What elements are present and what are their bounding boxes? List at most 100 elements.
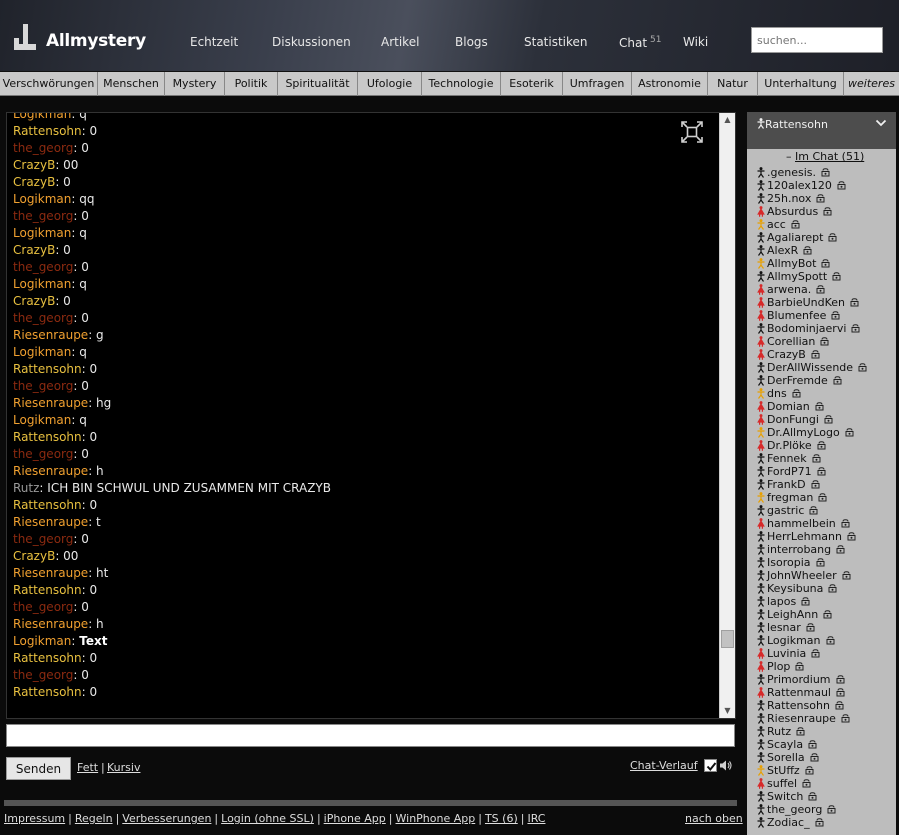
webcam-icon[interactable]: [821, 168, 830, 177]
chat-message-user[interactable]: Rattensohn: [13, 498, 82, 512]
webcam-icon[interactable]: [817, 467, 826, 476]
chat-message-user[interactable]: CrazyB: [13, 243, 55, 257]
webcam-icon[interactable]: [831, 311, 840, 320]
chat-message-user[interactable]: CrazyB: [13, 158, 55, 172]
chat-message-user[interactable]: the_georg: [13, 379, 73, 393]
chat-message-user[interactable]: Rattensohn: [13, 430, 82, 444]
chat-message-user[interactable]: Rattensohn: [13, 124, 82, 138]
webcam-icon[interactable]: [827, 805, 836, 814]
footer-link[interactable]: WinPhone App: [396, 812, 476, 825]
sidebar-user-item[interactable]: Luvinia: [757, 647, 893, 660]
footer-link[interactable]: Impressum: [4, 812, 65, 825]
chat-message-user[interactable]: the_georg: [13, 260, 73, 274]
sidebar-user-item[interactable]: FordP71: [757, 465, 893, 478]
webcam-icon[interactable]: [803, 246, 812, 255]
chat-message-user[interactable]: Logikman: [13, 113, 71, 121]
webcam-icon[interactable]: [824, 415, 833, 424]
webcam-icon[interactable]: [841, 519, 850, 528]
chat-message-area[interactable]: Logikman: q Rattensohn: 0 the_georg: 0 Craz…: [6, 112, 736, 719]
sidebar-user-item[interactable]: Zodiac_: [757, 816, 893, 829]
sidebar-user-item[interactable]: AlexR: [757, 244, 893, 257]
chat-message-user[interactable]: Rattensohn: [13, 583, 82, 597]
chat-message-user[interactable]: CrazyB: [13, 294, 55, 308]
sidebar-user-item[interactable]: hammelbein: [757, 517, 893, 530]
sidebar-user-item[interactable]: .genesis.: [757, 166, 893, 179]
webcam-icon[interactable]: [842, 571, 851, 580]
sidebar-user-item[interactable]: Domian: [757, 400, 893, 413]
webcam-icon[interactable]: [836, 545, 845, 554]
sidebar-user-item[interactable]: JohnWheeler: [757, 569, 893, 582]
sidebar-user-item[interactable]: Keysibuna: [757, 582, 893, 595]
category-natur[interactable]: Natur: [708, 72, 758, 96]
scrollbar-thumb[interactable]: [721, 630, 734, 648]
sidebar-user-item[interactable]: arwena.: [757, 283, 893, 296]
sidebar-user-item[interactable]: DerAllWissende: [757, 361, 893, 374]
webcam-icon[interactable]: [845, 428, 854, 437]
sidebar-user-item[interactable]: AllmyBot: [757, 257, 893, 270]
chat-message-user[interactable]: the_georg: [13, 141, 73, 155]
sidebar-user-item[interactable]: Plop: [757, 660, 893, 673]
chat-message-user[interactable]: Riesenraupe: [13, 464, 88, 478]
webcam-icon[interactable]: [812, 454, 821, 463]
category-umfragen[interactable]: Umfragen: [563, 72, 632, 96]
webcam-icon[interactable]: [792, 389, 801, 398]
sidebar-user-item[interactable]: Fennek: [757, 452, 893, 465]
webcam-icon[interactable]: [820, 337, 829, 346]
sidebar-user-item[interactable]: Absurdus: [757, 205, 893, 218]
chat-message-user[interactable]: Logikman: [13, 226, 71, 240]
sidebar-user-item[interactable]: LeighAnn: [757, 608, 893, 621]
nav-chat[interactable]: Chat 51: [619, 35, 662, 50]
webcam-icon[interactable]: [828, 233, 837, 242]
webcam-icon[interactable]: [817, 441, 826, 450]
search-input[interactable]: [751, 27, 883, 53]
sidebar-user-item[interactable]: Dr.AllmyLogo: [757, 426, 893, 439]
sidebar-user-item[interactable]: Bodominjaervi: [757, 322, 893, 335]
webcam-icon[interactable]: [837, 181, 846, 190]
webcam-icon[interactable]: [835, 701, 844, 710]
sidebar-user-item[interactable]: DerFremde: [757, 374, 893, 387]
nav-artikel[interactable]: Artikel: [381, 35, 419, 49]
webcam-icon[interactable]: [850, 298, 859, 307]
category-astronomie[interactable]: Astronomie: [632, 72, 708, 96]
category-spiritualitaet[interactable]: Spiritualität: [278, 72, 358, 96]
webcam-icon[interactable]: [833, 376, 842, 385]
nav-blogs[interactable]: Blogs: [455, 35, 488, 49]
chat-message-input[interactable]: [6, 724, 735, 747]
webcam-icon[interactable]: [836, 675, 845, 684]
sidebar-user-item[interactable]: Rutz: [757, 725, 893, 738]
category-technologie[interactable]: Technologie: [422, 72, 501, 96]
sound-icon[interactable]: [719, 759, 733, 772]
back-to-top-link[interactable]: nach oben: [685, 812, 743, 825]
chat-message-user[interactable]: Riesenraupe: [13, 617, 88, 631]
category-politik[interactable]: Politik: [225, 72, 278, 96]
sidebar-user-item[interactable]: the_georg: [757, 803, 893, 816]
chat-message-user[interactable]: CrazyB: [13, 549, 55, 563]
sidebar-user-item[interactable]: Dr.Plöke: [757, 439, 893, 452]
sidebar-user-item[interactable]: Scayla: [757, 738, 893, 751]
sidebar-user-item[interactable]: lesnar: [757, 621, 893, 634]
webcam-icon[interactable]: [841, 714, 850, 723]
site-logo-text[interactable]: Allmystery: [46, 31, 146, 51]
category-ufologie[interactable]: Ufologie: [358, 72, 422, 96]
sidebar-user-item[interactable]: Rattenmaul: [757, 686, 893, 699]
webcam-icon[interactable]: [828, 584, 837, 593]
webcam-icon[interactable]: [851, 324, 860, 333]
chat-scrollbar[interactable]: ▲ ▼: [719, 113, 735, 718]
footer-link[interactable]: Verbesserungen: [122, 812, 211, 825]
webcam-icon[interactable]: [805, 766, 814, 775]
sidebar-user-item[interactable]: Riesenraupe: [757, 712, 893, 725]
sidebar-user-item[interactable]: interrobang: [757, 543, 893, 556]
webcam-icon[interactable]: [811, 480, 820, 489]
webcam-icon[interactable]: [815, 402, 824, 411]
chat-message-user[interactable]: the_georg: [13, 532, 73, 546]
chat-message-user[interactable]: the_georg: [13, 209, 73, 223]
allmystery-logo-icon[interactable]: [12, 22, 38, 52]
webcam-icon[interactable]: [818, 493, 827, 502]
webcam-icon[interactable]: [809, 506, 818, 515]
sidebar-user-item[interactable]: Switch: [757, 790, 893, 803]
nav-echtzeit[interactable]: Echtzeit: [190, 35, 238, 49]
sidebar-user-item[interactable]: CrazyB: [757, 348, 893, 361]
chat-message-user[interactable]: Logikman: [13, 345, 71, 359]
sidebar-user-item[interactable]: Logikman: [757, 634, 893, 647]
webcam-icon[interactable]: [847, 532, 856, 541]
